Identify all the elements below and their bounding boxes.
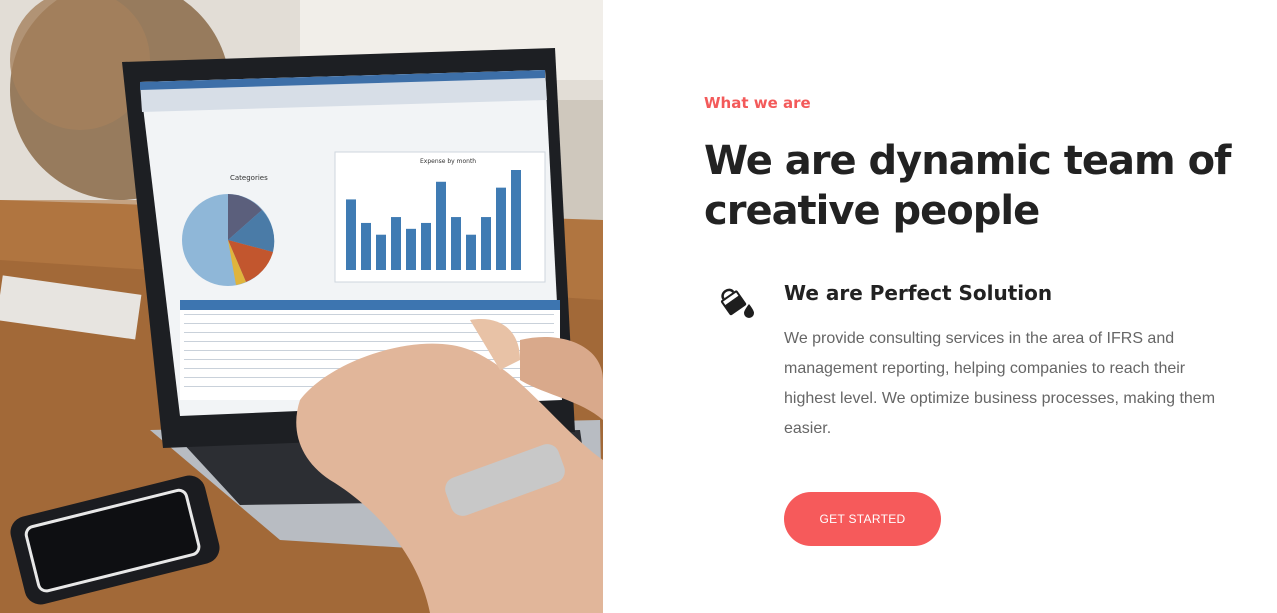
bar-chart-title: Expense by month (420, 158, 476, 165)
screen-table-row (184, 314, 554, 315)
screen-bar (481, 217, 491, 270)
get-started-button[interactable]: GET STARTED (784, 492, 941, 546)
screen-bar (361, 222, 371, 270)
screen-bar (451, 217, 461, 270)
hero-image: Categories Expense by month (0, 0, 603, 613)
screen-bar (406, 228, 416, 270)
screen-bar (421, 222, 431, 270)
screen-bar (376, 234, 386, 270)
screen-bar (511, 170, 521, 270)
screen-bar (391, 217, 401, 270)
screen-bar (496, 187, 506, 270)
screen-bar (436, 181, 446, 270)
section-headline: We are dynamic team of creative people (704, 138, 1231, 234)
paint-bucket-icon (718, 284, 754, 320)
pie-chart-title: Categories (230, 174, 268, 182)
screen-bar (346, 199, 356, 270)
laptop-photo-illustration: Categories Expense by month (0, 0, 603, 613)
section-eyebrow: What we are (704, 94, 811, 112)
screen-bar (466, 234, 476, 270)
feature-description: We provide consulting services in the ar… (784, 330, 1216, 437)
feature-title: We are Perfect Solution (784, 281, 1053, 305)
about-section: What we are We are dynamic team of creat… (704, 0, 1244, 613)
